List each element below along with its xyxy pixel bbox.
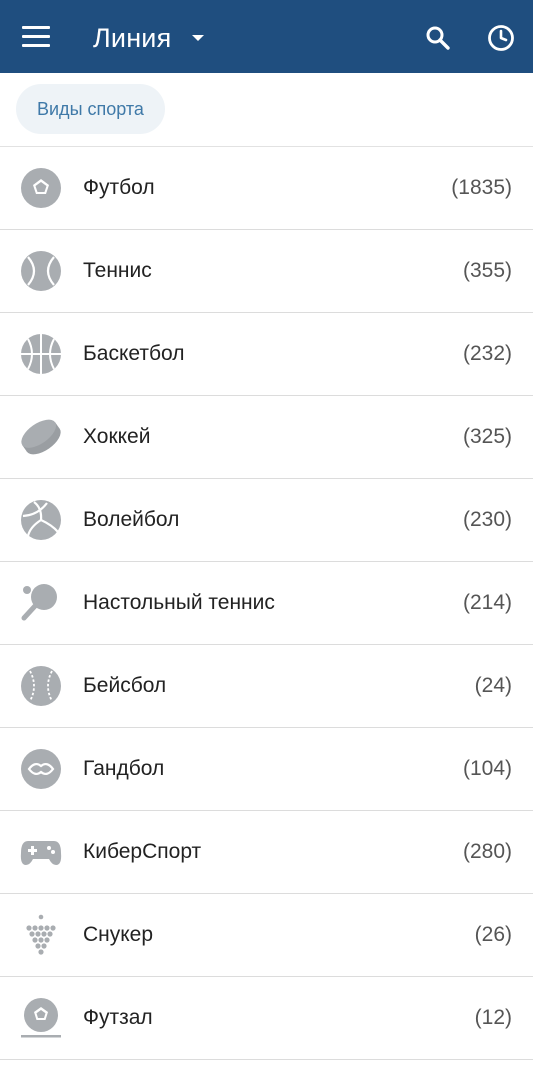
sport-row[interactable]: Хоккей (325): [0, 396, 533, 479]
filter-bar: Виды спорта: [0, 73, 533, 147]
menu-icon[interactable]: [22, 26, 50, 48]
sport-count: (1835): [451, 176, 512, 199]
page-title[interactable]: Линия: [93, 20, 171, 56]
sport-count: (232): [462, 342, 512, 365]
volleyball-icon: [20, 499, 62, 541]
sport-name: Бейсбол: [83, 674, 167, 697]
sports-filter-chip[interactable]: Виды спорта: [16, 84, 165, 134]
sport-row[interactable]: Футбол (1835): [0, 147, 533, 230]
sport-name: Хоккей: [83, 425, 151, 448]
sport-row[interactable]: Футзал (12): [0, 977, 533, 1060]
clock-icon[interactable]: [486, 23, 516, 53]
sport-name: Футбол: [83, 176, 155, 199]
sport-row[interactable]: Гандбол (104): [0, 728, 533, 811]
ping-pong-icon: [20, 582, 62, 624]
sport-count: (355): [462, 259, 512, 282]
sport-count: (325): [462, 425, 512, 448]
basketball-icon: [20, 333, 62, 375]
sport-row[interactable]: Бейсбол (24): [0, 645, 533, 728]
handball-icon: [20, 748, 62, 790]
sport-name: Волейбол: [83, 508, 180, 531]
app-bar: Линия: [0, 0, 533, 73]
gamepad-icon: [20, 831, 62, 873]
sport-row[interactable]: Теннис (355): [0, 230, 533, 313]
sport-name: Настольный теннис: [83, 591, 275, 614]
sport-name: Футзал: [83, 1006, 153, 1029]
sport-row[interactable]: Баскетбол (232): [0, 313, 533, 396]
sport-count: (24): [474, 674, 512, 697]
sport-name: Теннис: [83, 259, 152, 282]
futsal-icon: [20, 997, 62, 1039]
tennis-ball-icon: [20, 250, 62, 292]
hockey-puck-icon: [20, 416, 62, 458]
baseball-icon: [20, 665, 62, 707]
sport-count: (104): [462, 757, 512, 780]
sport-name: Гандбол: [83, 757, 165, 780]
football-icon: [20, 167, 62, 209]
sport-row[interactable]: Настольный теннис (214): [0, 562, 533, 645]
sport-count: (280): [462, 840, 512, 863]
sport-row[interactable]: Волейбол (230): [0, 479, 533, 562]
sport-count: (214): [462, 591, 512, 614]
sport-count: (26): [474, 923, 512, 946]
sport-row[interactable]: Снукер (26): [0, 894, 533, 977]
title-dropdown-icon[interactable]: [192, 35, 204, 41]
sports-list: Футбол (1835) Теннис (355) Баскетбол (232) Хок…: [0, 147, 533, 1060]
sport-name: Снукер: [83, 923, 154, 946]
sport-name: Баскетбол: [83, 342, 185, 365]
search-icon[interactable]: [424, 24, 452, 52]
sport-row[interactable]: КиберСпорт (280): [0, 811, 533, 894]
sport-count: (230): [462, 508, 512, 531]
snooker-icon: [20, 914, 62, 956]
sport-name: КиберСпорт: [83, 840, 202, 863]
sport-count: (12): [474, 1006, 512, 1029]
